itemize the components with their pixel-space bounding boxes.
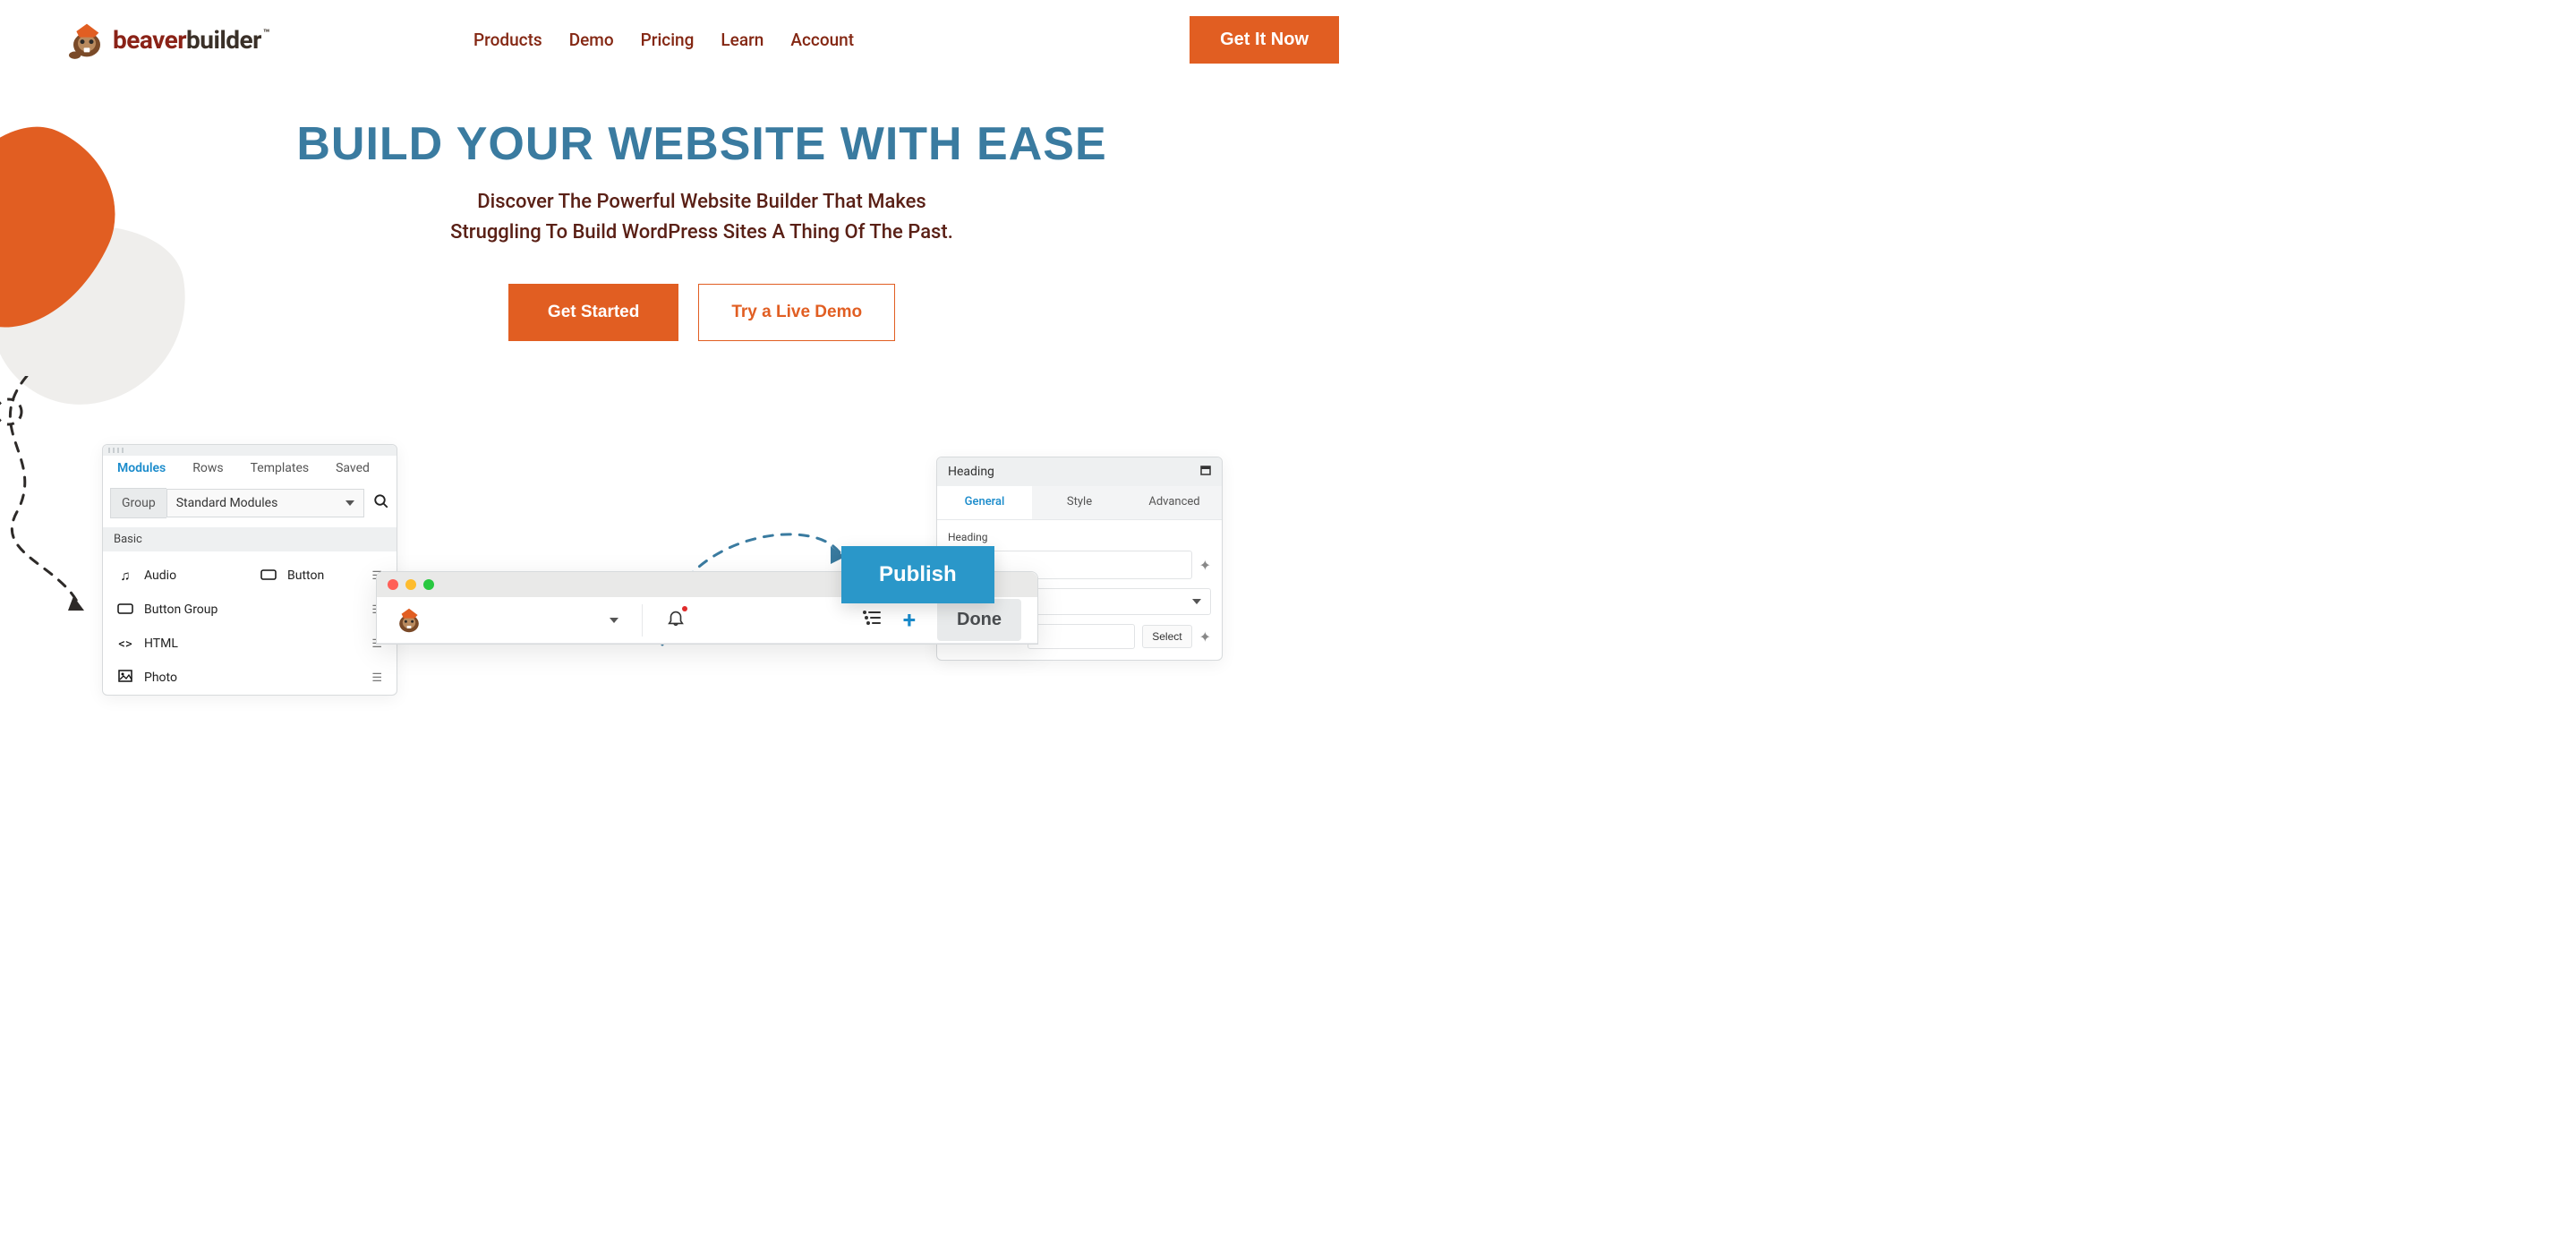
outline-icon[interactable] — [862, 609, 882, 631]
module-html[interactable]: <>HTML☰ — [107, 627, 393, 661]
select-link-button[interactable]: Select — [1142, 625, 1191, 648]
nav-demo[interactable]: Demo — [569, 30, 614, 50]
maximize-window-icon[interactable] — [423, 579, 434, 590]
logo[interactable]: beaverbuilder™ — [64, 18, 268, 63]
beaver-logo-icon — [64, 18, 109, 63]
audio-icon: ♫ — [117, 568, 133, 584]
hero-subtitle: Discover The Powerful Website Builder Th… — [0, 187, 1403, 248]
beaver-logo-small-icon[interactable] — [393, 604, 425, 637]
publish-button[interactable]: Publish — [841, 546, 994, 603]
add-content-icon[interactable]: + — [903, 607, 916, 634]
tab-general[interactable]: General — [937, 486, 1032, 519]
heading-field-label: Heading — [948, 531, 1211, 543]
title-dropdown-icon[interactable] — [604, 611, 618, 629]
nav-account[interactable]: Account — [790, 30, 854, 50]
try-demo-button[interactable]: Try a Live Demo — [698, 284, 895, 341]
builder-toolbar: + Done — [377, 597, 1037, 644]
photo-icon — [117, 670, 133, 686]
tab-saved[interactable]: Saved — [336, 461, 370, 475]
maximize-panel-icon[interactable] — [1200, 466, 1211, 478]
tab-advanced[interactable]: Advanced — [1127, 486, 1222, 519]
notification-bell-icon[interactable] — [666, 608, 686, 632]
tab-style[interactable]: Style — [1032, 486, 1127, 519]
module-button[interactable]: Button☰ — [250, 559, 393, 593]
done-button[interactable]: Done — [937, 599, 1021, 641]
group-label: Group — [110, 488, 166, 518]
chevron-down-icon — [340, 496, 354, 510]
html-icon: <> — [117, 636, 133, 652]
drag-icon: ☰ — [371, 671, 382, 685]
connect-field-icon[interactable]: ✦ — [1199, 557, 1211, 574]
search-icon[interactable] — [373, 493, 389, 514]
minimize-window-icon[interactable] — [405, 579, 416, 590]
module-button-group[interactable]: Button Group☰ — [107, 593, 393, 627]
module-audio[interactable]: ♫Audio — [107, 559, 250, 593]
button-group-icon — [117, 602, 133, 618]
close-window-icon[interactable] — [388, 579, 398, 590]
get-it-now-button[interactable]: Get It Now — [1190, 16, 1339, 64]
module-photo[interactable]: Photo☰ — [107, 661, 393, 695]
nav-products[interactable]: Products — [473, 30, 542, 50]
divider — [642, 604, 643, 637]
group-select[interactable]: Standard Modules — [166, 489, 364, 517]
panel-drag-handle[interactable] — [103, 445, 397, 456]
hero-title: BUILD YOUR WEBSITE WITH EASE — [0, 117, 1403, 171]
tab-modules[interactable]: Modules — [117, 461, 166, 475]
tab-templates[interactable]: Templates — [251, 461, 310, 475]
main-nav: Products Demo Pricing Learn Account — [473, 30, 854, 50]
tab-rows[interactable]: Rows — [192, 461, 223, 475]
chevron-down-icon — [1187, 594, 1201, 609]
brand-text: beaverbuilder™ — [113, 25, 268, 55]
section-basic-label: Basic — [103, 527, 397, 551]
site-header: beaverbuilder™ Products Demo Pricing Lea… — [0, 0, 1403, 64]
hero: BUILD YOUR WEBSITE WITH EASE Discover Th… — [0, 117, 1403, 341]
button-icon — [260, 568, 277, 584]
link-url-input[interactable] — [1028, 624, 1135, 649]
nav-learn[interactable]: Learn — [721, 30, 763, 50]
modules-panel: Modules Rows Templates Saved Group Stand… — [102, 444, 397, 696]
panel-title: Heading — [948, 465, 994, 479]
connect-field-icon[interactable]: ✦ — [1199, 628, 1211, 645]
nav-pricing[interactable]: Pricing — [641, 30, 695, 50]
get-started-button[interactable]: Get Started — [508, 284, 678, 341]
